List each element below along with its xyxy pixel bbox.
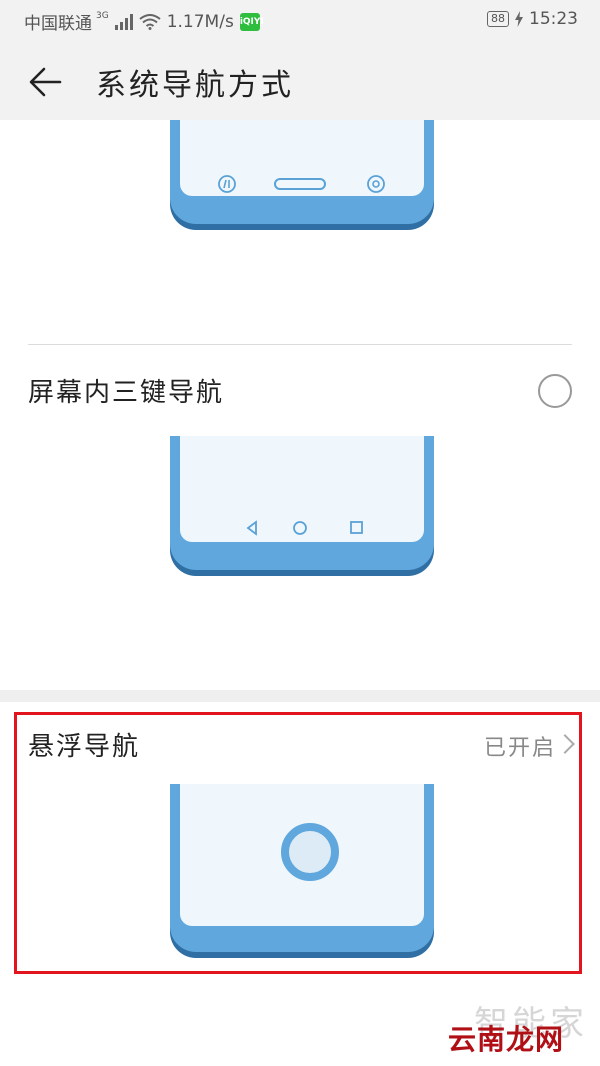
three-key-nav-label: 屏幕内三键导航 [28, 378, 225, 408]
wifi-icon [139, 13, 161, 30]
divider [28, 344, 572, 345]
carrier-label: 中国联通 [24, 14, 92, 34]
back-button[interactable] [26, 62, 66, 102]
section-divider [0, 690, 600, 702]
highlight-frame [14, 712, 582, 974]
app-bar: 系统导航方式 [0, 42, 600, 120]
phone-screen [180, 120, 424, 196]
smart-assistant-icon [218, 175, 236, 193]
three-key-nav-radio[interactable] [538, 374, 572, 408]
network-type-label: 3G [96, 10, 109, 21]
three-key-nav-bar [246, 520, 363, 536]
status-bar: 中国联通 3G 1.17M/s iQIYI 88 15:23 [0, 0, 600, 42]
battery-icon: 88 [487, 11, 509, 27]
status-bar-right: 88 15:23 [487, 9, 578, 29]
iqiyi-app-icon: iQIYI [239, 12, 264, 31]
phone-screen [180, 436, 424, 542]
home-gesture-bar-icon [274, 178, 326, 190]
back-triangle-icon [246, 520, 257, 536]
battery-level: 88 [491, 12, 505, 25]
clock-label: 15:23 [529, 9, 578, 29]
charging-icon [515, 11, 523, 27]
signal-icon [114, 13, 133, 30]
multitask-icon [367, 175, 385, 193]
gesture-nav-bar [218, 175, 385, 193]
watermark-logo: 云南龙网 [448, 1018, 564, 1058]
recents-square-icon [350, 521, 363, 534]
status-bar-left: 中国联通 3G 1.17M/s iQIYI [24, 9, 264, 35]
three-key-nav-illustration [170, 436, 434, 578]
network-speed-label: 1.17M/s [166, 11, 234, 32]
home-circle-icon [293, 521, 307, 535]
watermark-brand: 云南龙网 [447, 1023, 564, 1056]
gesture-nav-illustration [170, 120, 434, 232]
arrow-left-icon [29, 67, 62, 97]
page-title: 系统导航方式 [96, 68, 294, 103]
